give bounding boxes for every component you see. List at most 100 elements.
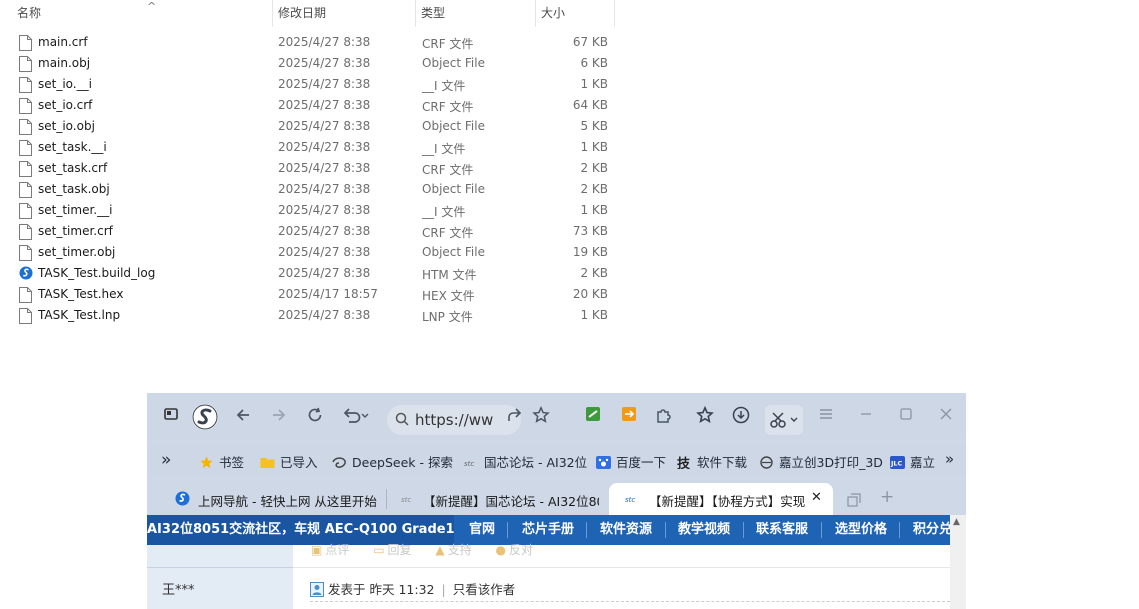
file-row[interactable]: set_task.__i 2025/4/27 8:38 __I 文件 1 KB [0,138,616,159]
file-icon [19,98,32,114]
user-profile-icon [310,582,324,600]
bookmark-item[interactable]: 书签 [199,452,244,471]
scissors-icon[interactable] [765,405,803,435]
file-row[interactable]: set_io.crf 2025/4/27 8:38 CRF 文件 64 KB [0,96,616,117]
file-size: 20 KB [572,287,608,301]
sort-ascending-icon: ^ [147,0,157,13]
file-row[interactable]: set_io.__i 2025/4/27 8:38 __I 文件 1 KB [0,75,616,96]
tab-label: 【新提醒】【协程方式】实现 [649,494,806,509]
tab-forum[interactable]: stc 【新提醒】国芯论坛 - AI32位8051 [389,483,599,515]
nav-software[interactable]: 软件资源 [600,515,652,545]
nav-videos[interactable]: 教学视频 [678,515,730,545]
star-icon[interactable] [531,405,551,426]
download-icon[interactable] [731,406,751,426]
nav-divider [821,522,822,538]
address-bar[interactable]: https://ww [387,405,521,435]
undo-icon[interactable] [341,406,371,426]
file-row[interactable]: set_timer.crf 2025/4/27 8:38 CRF 文件 73 KB [0,222,616,243]
bookmark-item[interactable]: 百度一下 [596,452,666,471]
file-icon [19,119,32,135]
support-label: 支持 [447,543,472,557]
minimize-icon[interactable] [856,406,876,426]
file-size: 1 KB [580,140,608,154]
file-row[interactable]: TASK_Test.hex 2025/4/17 18:57 HEX 文件 20 KB [0,285,616,306]
back-icon[interactable] [233,406,253,426]
file-row[interactable]: set_task.obj 2025/4/27 8:38 Object File 2 K… [0,180,616,201]
file-type: Object File [422,119,485,133]
username[interactable]: 王*** [162,579,195,598]
bookmark-item[interactable]: 已导入 [260,452,318,471]
new-tab-icon[interactable]: + [880,487,894,507]
reply-icon: ▭ [373,543,385,557]
bookmark-item[interactable]: DeepSeek - 探索 [332,452,453,471]
file-type: HTM 文件 [422,268,477,282]
file-date: 2025/4/27 8:38 [278,245,371,259]
nav-divider [899,522,900,538]
column-header-size[interactable]: 大小 [535,0,615,27]
file-date: 2025/4/17 18:57 [278,287,378,301]
maximize-icon[interactable] [896,406,916,426]
file-row[interactable]: set_task.crf 2025/4/27 8:38 CRF 文件 2 KB [0,159,616,180]
column-header-type[interactable]: 类型 [415,0,535,27]
only-author-link[interactable]: 只看该作者 [453,582,516,597]
tab-close-icon[interactable]: ✕ [811,490,822,505]
file-row[interactable]: set_io.obj 2025/4/27 8:38 Object File 5 KB [0,117,616,138]
file-date: 2025/4/27 8:38 [278,98,371,112]
deepseek-icon [332,456,347,469]
url-text[interactable]: https://ww [415,411,493,429]
bookmarks-expand-icon[interactable]: » [161,450,171,470]
comment-action[interactable]: ▣ 点评 [311,543,349,557]
column-header-name[interactable]: 名称 ^ [12,0,271,27]
orange-extension-icon[interactable] [619,406,639,426]
file-type: HEX 文件 [422,289,475,303]
file-row[interactable]: TASK_Test.lnp 2025/4/27 8:38 LNP 文件 1 KB [0,306,616,327]
close-icon[interactable] [936,406,956,426]
svg-text:stc: stc [401,496,411,504]
column-headers: 名称 ^ 修改日期 类型 大小 [0,0,616,27]
tab-active[interactable]: stc 【新提醒】【协程方式】实现 ✕ [609,483,833,515]
reload-icon[interactable] [305,406,325,426]
reply-action[interactable]: ▭ 回复 [373,543,411,557]
file-row[interactable]: TASK_Test.build_log 2025/4/27 8:38 HTM 文件 2… [0,264,616,285]
forward-icon[interactable] [269,406,289,426]
tab-nav[interactable]: 上网导航 - 轻快上网 从这里开始 [159,483,385,515]
column-header-date[interactable]: 修改日期 [272,0,415,27]
file-type: Object File [422,182,485,196]
file-type: CRF 文件 [422,100,474,114]
puzzle-icon[interactable] [654,406,674,426]
oppose-action[interactable]: ● 反对 [495,543,533,557]
support-action[interactable]: ▲ 支持 [435,543,471,557]
bookmarks-overflow-icon[interactable]: » [943,450,955,468]
file-name: set_task.obj [38,182,110,196]
file-size: 1 KB [580,308,608,322]
bookmark-item[interactable]: JLC 嘉立 [890,452,935,471]
file-size: 1 KB [580,77,608,91]
nav-pricing[interactable]: 选型价格 [835,515,887,545]
reader-icon[interactable] [161,406,181,426]
tab-label: 【新提醒】国芯论坛 - AI32位8051 [423,494,599,509]
divider [147,567,293,568]
file-row[interactable]: main.crf 2025/4/27 8:38 CRF 文件 67 KB [0,33,616,54]
page-scrollbar[interactable]: ▲ [950,515,966,609]
sogou-logo-icon[interactable] [191,403,219,431]
bookmark-item[interactable]: 嘉立创3D打印_3D [759,452,883,471]
file-row[interactable]: set_timer.obj 2025/4/27 8:38 Object File 19… [0,243,616,264]
file-row[interactable]: set_timer.__i 2025/4/27 8:38 __I 文件 1 KB [0,201,616,222]
bookmark-item[interactable]: 技软件下载 [677,452,747,472]
nav-contact[interactable]: 联系客服 [756,515,808,545]
favorite-icon[interactable] [695,405,715,426]
green-extension-icon[interactable] [583,406,603,426]
scroll-up-icon[interactable]: ▲ [953,517,960,527]
tab-separator [386,489,387,509]
bookmark-item[interactable]: stc 国芯论坛 - AI32位 [464,452,587,471]
file-date: 2025/4/27 8:38 [278,308,371,322]
menu-icon[interactable] [816,406,836,426]
nav-divider [665,522,666,538]
bookmark-label: 百度一下 [616,455,667,470]
tab-manager-icon[interactable] [847,492,861,511]
share-icon[interactable] [505,406,525,426]
file-row[interactable]: main.obj 2025/4/27 8:38 Object File 6 KB [0,54,616,75]
file-size: 5 KB [580,119,608,133]
nav-points[interactable]: 积分兑 [913,515,952,545]
file-date: 2025/4/27 8:38 [278,119,371,133]
